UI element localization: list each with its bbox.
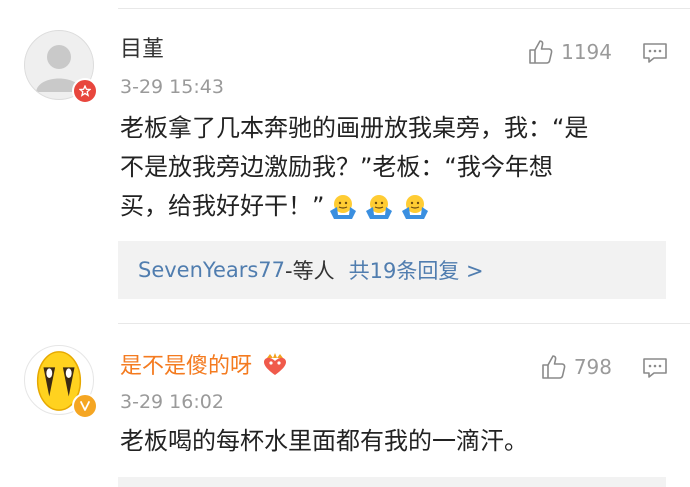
username[interactable]: 目堇	[120, 36, 164, 64]
verified-badge-icon	[72, 393, 98, 419]
comment-text: 老板喝的每杯水里面都有我的一滴汗。	[120, 422, 660, 461]
comment-divider	[118, 323, 690, 324]
shrug-emoji-icon	[402, 195, 429, 219]
heart-crown-icon	[264, 353, 287, 375]
top-divider	[118, 8, 690, 9]
like-button[interactable]: 798	[540, 353, 612, 381]
reply-user-link[interactable]: SevenYears77	[138, 258, 285, 282]
reply-count-link[interactable]: 共19条回复 >	[349, 255, 484, 285]
like-count: 1194	[561, 40, 612, 64]
emoji-group	[328, 193, 430, 221]
username[interactable]: 是不是傻的呀	[120, 352, 289, 381]
thumbs-up-icon	[529, 40, 553, 64]
comment-text: 老板拿了几本奔驰的画册放我桌旁，我：“是 不是放我旁边激励我？”老板：“我今年想…	[120, 109, 660, 226]
comment-text-line: 老板拿了几本奔驰的画册放我桌旁，我：“是	[120, 114, 589, 142]
comment-reply-icon[interactable]	[642, 42, 668, 64]
replies-preview[interactable]: SevenYears77 -等人 共19条回复 >	[118, 241, 666, 299]
like-button[interactable]: 1194	[527, 38, 612, 66]
like-count: 798	[573, 355, 612, 379]
comment-text-line: 不是放我旁边激励我？”老板：“我今年想	[120, 153, 553, 181]
verified-badge-icon	[72, 78, 98, 104]
shrug-emoji-icon	[366, 195, 393, 219]
shrug-emoji-icon	[330, 195, 357, 219]
comment-text-line-last: 买，给我好好干！”	[120, 187, 660, 226]
avatar[interactable]	[24, 30, 98, 104]
reply-others-label: -等人	[285, 259, 335, 283]
avatar[interactable]	[24, 345, 98, 419]
replies-preview-partial[interactable]	[118, 477, 666, 487]
comment-text-line: 老板喝的每杯水里面都有我的一滴汗。	[120, 427, 528, 455]
comment-time: 3-29 15:43	[120, 76, 224, 98]
thumbs-up-icon	[542, 355, 566, 379]
comment-time: 3-29 16:02	[120, 391, 224, 413]
comment-reply-icon[interactable]	[642, 357, 668, 379]
